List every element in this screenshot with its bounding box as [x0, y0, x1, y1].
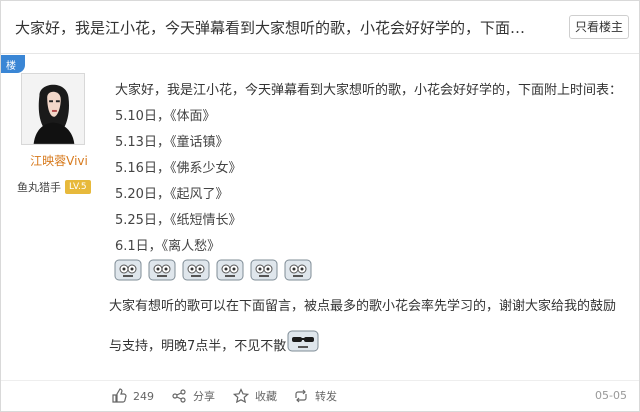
post-header: 大家好，我是江小花，今天弹幕看到大家想听的歌，小花会好好学的，下面附上... 只… [1, 1, 639, 54]
robot-emoticon-icon [284, 259, 312, 281]
thumbs-up-icon [112, 388, 127, 403]
post-page: 大家好，我是江小花，今天弹幕看到大家想听的歌，小花会好好学的，下面附上... 只… [0, 0, 640, 412]
share-icon [172, 389, 186, 403]
schedule-item: 6.1日，《离人愁》 [115, 239, 221, 254]
avatar-image [22, 74, 84, 144]
emoticon-row [113, 257, 313, 283]
post-title: 大家好，我是江小花，今天弹幕看到大家想听的歌，小花会好好学的，下面附上... [15, 19, 535, 37]
schedule-item: 5.16日，《佛系少女》 [115, 161, 242, 176]
like-action[interactable]: 249 [111, 388, 154, 404]
schedule-item: 5.25日，《纸短情长》 [115, 213, 242, 228]
schedule-item: 5.13日，《童话镇》 [115, 135, 229, 150]
user-rank-row: 鱼丸猎手 LV.5 [17, 179, 91, 195]
only-op-button[interactable]: 只看楼主 [569, 15, 629, 39]
post-paragraph-line: 与支持，明晚7点半，不见不散 [109, 339, 287, 354]
repost-label: 转发 [315, 390, 337, 403]
favorite-label: 收藏 [255, 390, 277, 403]
post-footer: 249 分享 收藏 转发 05-05 [1, 380, 639, 411]
op-ribbon: 楼主 [1, 55, 25, 87]
favorite-action[interactable]: 收藏 [233, 388, 277, 404]
schedule-item: 5.20日，《起风了》 [115, 187, 229, 202]
repost-action[interactable]: 转发 [293, 388, 337, 404]
username[interactable]: 江映蓉Vivi [19, 152, 99, 169]
schedule-item: 5.10日，《体面》 [115, 109, 216, 124]
avatar[interactable] [21, 73, 85, 145]
robot-emoticon-icon [148, 259, 176, 281]
post-paragraph-line: 大家有想听的歌可以在下面留言，被点最多的歌小花会率先学习的，谢谢大家给我的鼓励 [109, 299, 617, 314]
repost-icon [295, 389, 307, 403]
sunglasses-emoticon-icon [287, 330, 319, 352]
post-intro: 大家好，我是江小花，今天弹幕看到大家想听的歌，小花会好好学的，下面附上时间表： [115, 83, 623, 98]
share-action[interactable]: 分享 [171, 388, 215, 404]
robot-emoticon-icon [216, 259, 244, 281]
like-count: 249 [133, 389, 154, 403]
share-label: 分享 [193, 390, 215, 403]
star-icon [233, 388, 249, 404]
post-date: 05-05 [595, 389, 627, 402]
level-badge: LV.5 [65, 180, 91, 194]
user-title: 鱼丸猎手 [17, 181, 61, 194]
robot-emoticon-icon [182, 259, 210, 281]
robot-emoticon-icon [114, 259, 142, 281]
robot-emoticon-icon [250, 259, 278, 281]
